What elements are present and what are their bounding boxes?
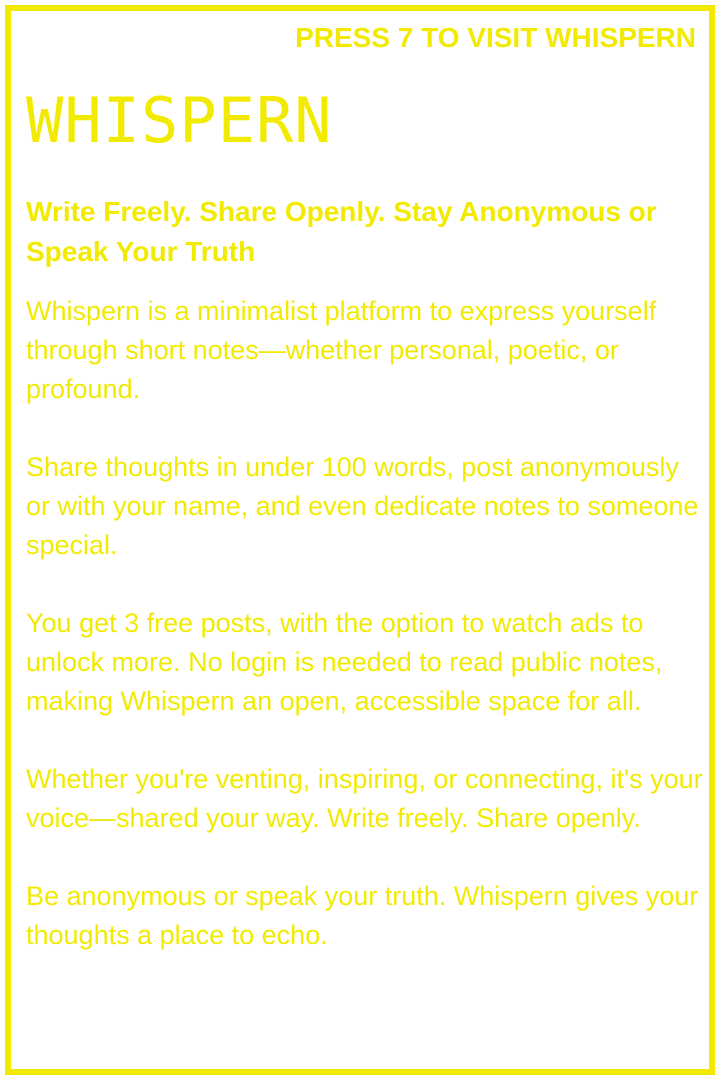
tagline: Write Freely. Share Openly. Stay Anonymo…: [26, 196, 657, 267]
paragraph-intro: Whispern is a minimalist platform to exp…: [26, 296, 657, 404]
app-title: WHISPERN: [26, 84, 333, 157]
paragraph-free-posts: You get 3 free posts, with the option to…: [26, 608, 663, 716]
paragraph-closing: Be anonymous or speak your truth. Whispe…: [26, 881, 699, 950]
visit-whispern-prompt[interactable]: PRESS 7 TO VISIT WHISPERN: [295, 22, 696, 54]
paragraph-features: Share thoughts in under 100 words, post …: [26, 452, 699, 560]
paragraph-voice: Whether you're venting, inspiring, or co…: [26, 764, 703, 833]
description: Whispern is a minimalist platform to exp…: [26, 292, 706, 994]
